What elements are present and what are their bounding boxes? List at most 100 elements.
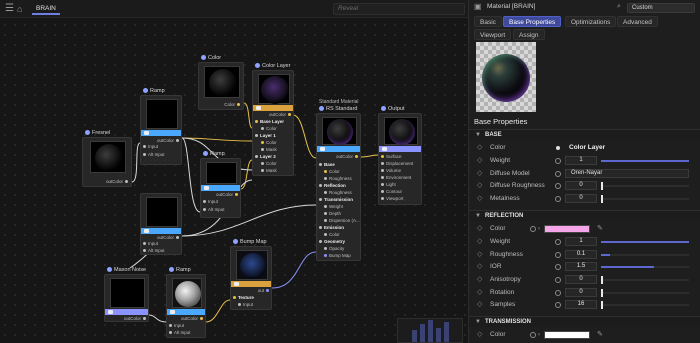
- anisotropy-slider[interactable]: [601, 276, 689, 284]
- node-rs-standard[interactable]: Standard Material RS Standard outColor B…: [316, 99, 361, 261]
- wire-color-to-baselayer: [243, 102, 253, 129]
- group-base[interactable]: ▼ BASE: [469, 129, 700, 140]
- tab-viewport[interactable]: Viewport: [474, 29, 512, 40]
- samples-field[interactable]: 16: [565, 300, 597, 309]
- preview-toggle-icon[interactable]: [144, 131, 149, 135]
- prop-metalness: ◇ Metalness 0: [469, 193, 700, 205]
- port-icon[interactable]: [555, 252, 561, 258]
- port-icon[interactable]: [555, 264, 561, 270]
- graph-minimap[interactable]: [397, 318, 463, 343]
- wire-colorlayer-to-rs: [292, 114, 317, 159]
- anisotropy-field[interactable]: 0: [565, 275, 597, 284]
- port-icon[interactable]: [555, 171, 561, 177]
- wire-fresnel-to-ramp1: [131, 142, 141, 183]
- preview-sphere: [482, 54, 530, 102]
- keyframe-icon[interactable]: ◇: [477, 301, 482, 309]
- node-bump-map[interactable]: Bump Map out Texture Input: [230, 239, 272, 310]
- group-transmission[interactable]: ▼ TRANSMISSION: [469, 316, 700, 327]
- reflection-roughness-slider[interactable]: [601, 254, 689, 256]
- reflection-weight-slider[interactable]: [601, 241, 689, 243]
- ramp-preview: [146, 197, 178, 227]
- port-icon[interactable]: [555, 183, 561, 189]
- port-icon[interactable]: [555, 290, 561, 296]
- node-output[interactable]: Output Surface Displacement Volume Envir…: [378, 106, 422, 205]
- prop-diffuse-roughness: ◇ Diffuse Roughness 0: [469, 180, 700, 192]
- node-color-layer[interactable]: Color Layer outColor Base Layer Color La…: [252, 63, 294, 176]
- tab-base-properties[interactable]: Base Properties: [503, 16, 562, 27]
- node-title: Ramp: [210, 151, 225, 157]
- material-preview[interactable]: [476, 42, 536, 112]
- prop-base-color: ◇ Color Color Layer: [469, 142, 700, 154]
- diffuse-model-dropdown[interactable]: Oren-Nayar: [565, 169, 689, 178]
- prop-reflection-roughness: ◇ Roughness 0.1: [469, 249, 700, 261]
- wire-ramp4-to-bump: [205, 299, 231, 323]
- base-weight-field[interactable]: 1: [565, 156, 597, 165]
- transmission-color-swatch[interactable]: [544, 331, 590, 339]
- port-icon[interactable]: [530, 226, 536, 232]
- keyframe-icon[interactable]: ◇: [477, 238, 482, 246]
- chevron-right-icon[interactable]: ›: [538, 329, 540, 341]
- node-subtitle: Standard Material: [319, 99, 359, 105]
- material-icon: ▣: [474, 2, 482, 11]
- port-icon[interactable]: [555, 302, 561, 308]
- preset-dropdown[interactable]: Custom: [627, 3, 695, 13]
- node-graph-canvas[interactable]: ☰ ⌂ BRAIN Reveal Fresnel outColor Ramp o…: [0, 0, 468, 343]
- port-icon[interactable]: [530, 332, 536, 338]
- port-icon[interactable]: [555, 158, 561, 164]
- tab-optimizations[interactable]: Optimizations: [565, 16, 617, 27]
- reflection-color-swatch[interactable]: [544, 225, 590, 233]
- keyframe-icon[interactable]: ◇: [477, 225, 482, 233]
- tab-basic[interactable]: Basic: [474, 16, 502, 27]
- port-icon[interactable]: [555, 196, 561, 202]
- attribute-panel: ▣ Material [BRAIN] ⌕ Custom Basic Base P…: [468, 0, 700, 343]
- keyframe-icon[interactable]: ◇: [477, 289, 482, 297]
- node-ramp-4[interactable]: Ramp outColor Input Alt Input: [166, 267, 206, 338]
- eyedropper-icon[interactable]: ✎: [597, 223, 603, 235]
- samples-slider[interactable]: [601, 301, 689, 309]
- port-icon[interactable]: [555, 239, 561, 245]
- chevron-down-icon: ▼: [475, 319, 481, 325]
- ior-field[interactable]: 1.5: [565, 262, 597, 271]
- eyedropper-icon[interactable]: ✎: [597, 329, 603, 341]
- wire-bump-to-rs: [271, 251, 317, 289]
- group-reflection[interactable]: ▼ REFLECTION: [469, 210, 700, 221]
- node-ramp-1[interactable]: Ramp outColor Input Alt Input: [140, 88, 182, 165]
- keyframe-icon[interactable]: ◇: [477, 182, 482, 190]
- keyframe-icon[interactable]: ◇: [477, 195, 482, 203]
- tab-assign[interactable]: Assign: [513, 29, 545, 40]
- diffuse-roughness-field[interactable]: 0: [565, 181, 597, 190]
- chevron-right-icon[interactable]: ›: [538, 223, 540, 235]
- search-icon[interactable]: ⌕: [617, 2, 621, 12]
- prop-transmission-color: ◇ Color › ✎: [469, 329, 700, 341]
- keyframe-icon[interactable]: ◇: [477, 331, 482, 339]
- wire-noise-to-ramp4: [148, 314, 167, 323]
- rotation-field[interactable]: 0: [565, 288, 597, 297]
- node-fresnel[interactable]: Fresnel outColor: [82, 130, 132, 187]
- ior-slider[interactable]: [601, 266, 689, 268]
- node-color[interactable]: Color Color: [198, 55, 244, 110]
- keyframe-icon[interactable]: ◇: [477, 251, 482, 259]
- diffuse-roughness-slider[interactable]: [601, 182, 689, 190]
- node-title: RS Standard: [326, 106, 358, 112]
- node-ramp-3[interactable]: outColor Input Alt Input: [140, 193, 182, 255]
- metalness-field[interactable]: 0: [565, 194, 597, 203]
- ramp-preview: [172, 278, 202, 308]
- port-icon[interactable]: [555, 277, 561, 283]
- base-weight-slider[interactable]: [601, 160, 689, 162]
- keyframe-icon[interactable]: ◇: [477, 263, 482, 271]
- keyframe-icon[interactable]: ◇: [477, 144, 482, 152]
- node-title: Color Layer: [262, 63, 291, 69]
- keyframe-icon[interactable]: ◇: [477, 276, 482, 284]
- keyframe-icon[interactable]: ◇: [477, 170, 482, 178]
- rotation-slider[interactable]: [601, 289, 689, 297]
- tab-advanced[interactable]: Advanced: [617, 16, 658, 27]
- wire-ramp1-to-ramp2: [181, 137, 201, 213]
- reflection-weight-field[interactable]: 1: [565, 237, 597, 246]
- base-color-link[interactable]: Color Layer: [569, 142, 605, 154]
- reflection-roughness-field[interactable]: 0.1: [565, 250, 597, 259]
- node-ramp-2[interactable]: Ramp outColor Input Alt Input: [200, 151, 241, 218]
- node-maxon-noise[interactable]: Maxon Noise outColor: [104, 267, 149, 322]
- metalness-slider[interactable]: [601, 195, 689, 203]
- keyframe-icon[interactable]: ◇: [477, 157, 482, 165]
- maxon-noise-preview: [110, 278, 145, 308]
